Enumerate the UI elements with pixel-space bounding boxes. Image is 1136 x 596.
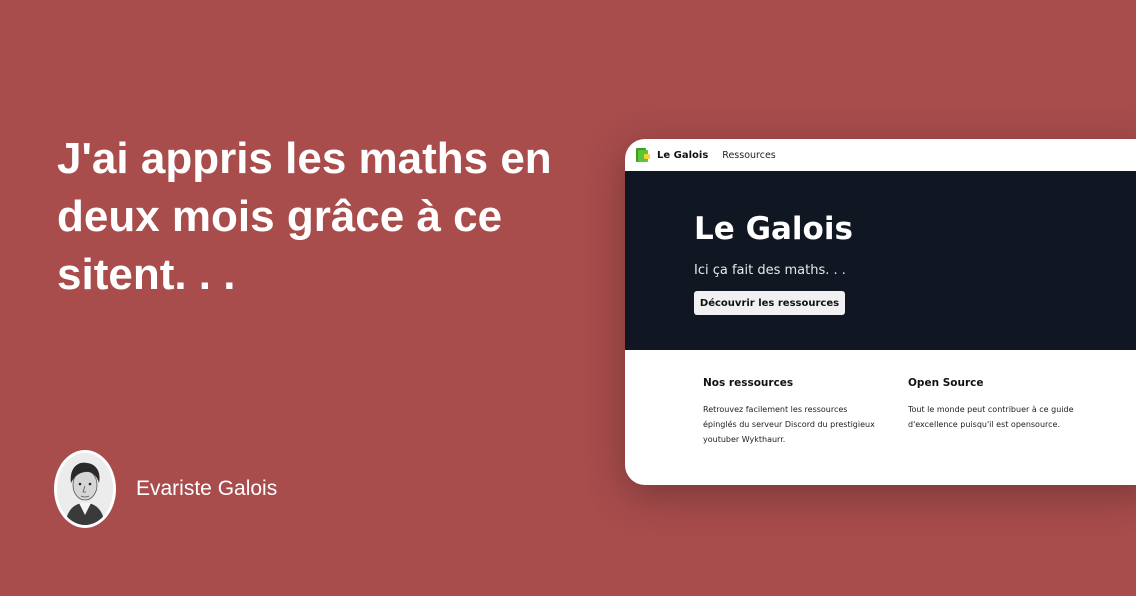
feature-body: Retrouvez facilement les ressources épin… (703, 405, 875, 444)
features-section: Nos ressources Retrouvez facilement les … (625, 350, 1136, 485)
author-block: Evariste Galois (54, 448, 277, 530)
green-book-logo-icon[interactable] (635, 147, 651, 163)
nav-link-ressources[interactable]: Ressources (722, 150, 775, 161)
site-brand[interactable]: Le Galois (657, 150, 708, 161)
hero-subtitle: Ici ça fait des maths. . . (694, 263, 846, 278)
hero-section: Le Galois Ici ça fait des maths. . . Déc… (625, 171, 1136, 350)
feature-body: Tout le monde peut contribuer à ce guide… (908, 405, 1074, 429)
avatar (54, 450, 116, 528)
quote-text: J'ai appris les maths en deux mois grâce… (57, 134, 552, 299)
feature-title: Nos ressources (703, 377, 794, 389)
website-preview: Le Galois Ressources Le Galois Ici ça fa… (625, 139, 1136, 485)
feature-open-source: Open Source Tout le monde peut contribue… (908, 377, 1083, 432)
feature-resources: Nos ressources Retrouvez facilement les … (703, 377, 878, 447)
discover-resources-button[interactable]: Découvrir les ressources (694, 291, 845, 315)
feature-title: Open Source (908, 377, 984, 389)
author-name: Evariste Galois (136, 477, 278, 500)
hero-title: Le Galois (694, 211, 853, 247)
site-navbar: Le Galois Ressources (625, 139, 1136, 171)
